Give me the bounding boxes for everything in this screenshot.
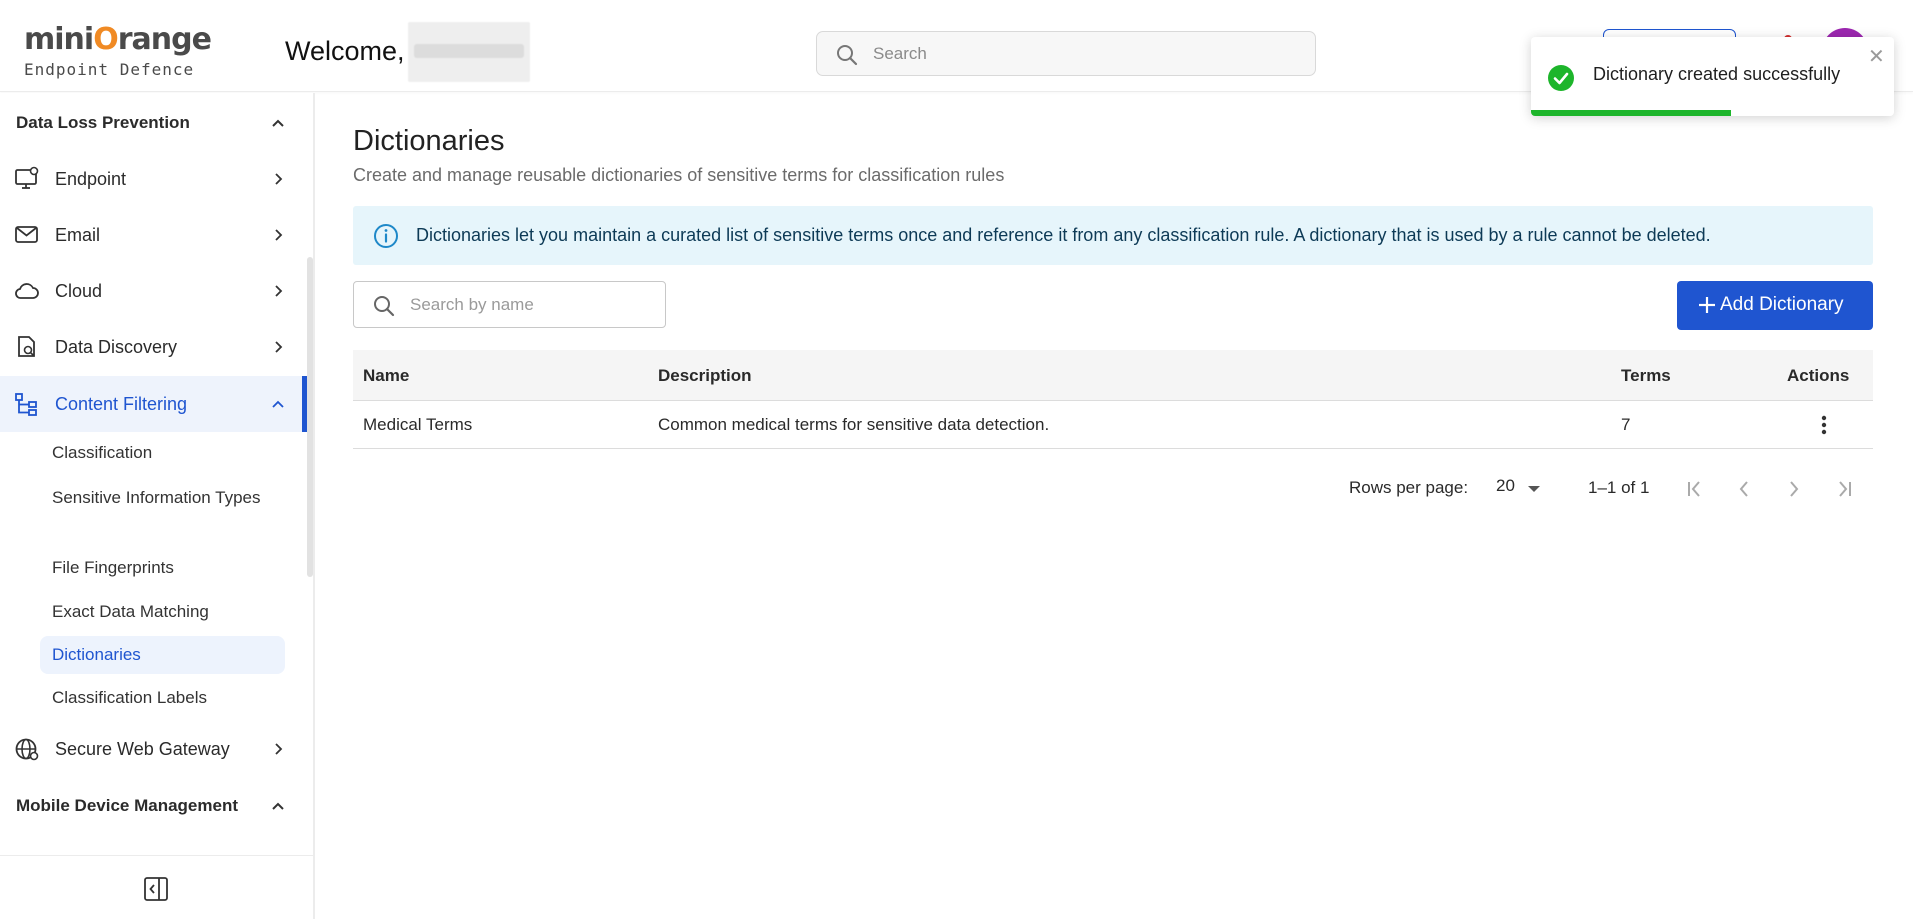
sidebar-subitem-exact-data-matching[interactable]: Exact Data Matching <box>52 599 209 625</box>
column-header-actions: Actions <box>1787 366 1850 385</box>
monitor-icon <box>14 166 40 197</box>
rows-per-page-label: Rows per page: <box>1349 478 1469 497</box>
page-title: Dictionaries <box>353 125 505 157</box>
sidebar: Data Loss Prevention Endpoint Email Clou… <box>0 93 315 919</box>
main-content: Dictionaries Create and manage reusable … <box>315 92 1913 919</box>
redacted-username <box>408 22 530 82</box>
sidebar-scrollbar[interactable] <box>307 257 313 577</box>
section-mobile-device-management[interactable]: Mobile Device Management <box>16 796 238 816</box>
chevron-up-icon[interactable] <box>270 798 286 819</box>
sidebar-subitem-file-fingerprints[interactable]: File Fingerprints <box>52 555 174 581</box>
cell-description: Common medical terms for sensitive data … <box>658 415 1050 434</box>
chevron-right-icon <box>270 339 286 360</box>
sidebar-item-label: Secure Web Gateway <box>55 739 230 759</box>
toast-progress-bar <box>1531 110 1731 116</box>
dictionary-search-input[interactable] <box>410 294 650 316</box>
global-search-input[interactable] <box>873 42 1293 66</box>
cell-terms: 7 <box>1621 415 1631 434</box>
add-dictionary-button[interactable]: Add Dictionary <box>1677 281 1873 330</box>
sidebar-item-content-filtering[interactable]: Content Filtering <box>0 376 305 432</box>
collapse-sidebar-icon[interactable] <box>143 876 169 907</box>
pagination-range: 1–1 of 1 <box>1588 478 1650 497</box>
active-indicator <box>302 376 307 432</box>
sidebar-subitem-sensitive-information-types[interactable]: Sensitive Information Types <box>52 485 272 511</box>
page-subtitle: Create and manage reusable dictionaries … <box>353 165 1005 185</box>
sidebar-item-email[interactable]: Email <box>0 207 305 263</box>
sidebar-item-label: Endpoint <box>55 169 127 189</box>
previous-page-icon[interactable] <box>1733 478 1755 505</box>
cell-name: Medical Terms <box>363 415 473 434</box>
rows-per-page-select[interactable]: 20 <box>1496 476 1515 496</box>
info-icon <box>373 223 399 254</box>
sidebar-item-label: Content Filtering <box>55 394 188 414</box>
success-toast: Dictionary created successfully ✕ <box>1531 37 1894 116</box>
sidebar-item-cloud[interactable]: Cloud <box>0 263 305 319</box>
file-search-icon <box>14 334 40 365</box>
logo[interactable]: miniOrange Endpoint Defence <box>24 22 212 82</box>
sidebar-subitem-classification[interactable]: Classification <box>52 440 152 466</box>
table-header: Name Description Terms Actions <box>353 350 1873 401</box>
pagination: Rows per page: 20 1–1 of 1 <box>315 470 1873 510</box>
globe-icon <box>14 736 40 767</box>
chevron-up-icon[interactable] <box>270 115 286 136</box>
sidebar-footer <box>0 855 313 919</box>
search-icon <box>372 294 396 323</box>
sidebar-item-label: Cloud <box>55 281 103 301</box>
sidebar-item-data-discovery[interactable]: Data Discovery <box>0 319 305 375</box>
chevron-right-icon <box>270 741 286 762</box>
sidebar-subitem-classification-labels[interactable]: Classification Labels <box>52 685 207 711</box>
sidebar-item-endpoint[interactable]: Endpoint <box>0 151 305 207</box>
next-page-icon[interactable] <box>1783 478 1805 505</box>
chevron-right-icon <box>270 171 286 192</box>
more-vert-icon[interactable] <box>1812 413 1836 442</box>
info-banner-text: Dictionaries let you maintain a curated … <box>416 225 1711 245</box>
column-header-terms[interactable]: Terms <box>1621 366 1671 386</box>
first-page-icon[interactable] <box>1684 478 1706 505</box>
chevron-up-icon <box>270 396 286 417</box>
close-icon[interactable]: ✕ <box>1868 47 1885 67</box>
hierarchy-icon <box>14 391 40 422</box>
table-row[interactable]: Medical Terms Common medical terms for s… <box>353 401 1873 449</box>
last-page-icon[interactable] <box>1833 478 1855 505</box>
sidebar-subitem-dictionaries[interactable]: Dictionaries <box>40 636 285 674</box>
check-circle-icon <box>1547 64 1575 97</box>
add-dictionary-label: Add Dictionary <box>1720 294 1844 315</box>
caret-down-icon[interactable] <box>1527 481 1541 499</box>
chevron-right-icon <box>270 283 286 304</box>
section-data-loss-prevention[interactable]: Data Loss Prevention <box>16 113 190 133</box>
chevron-right-icon <box>270 227 286 248</box>
toast-message: Dictionary created successfully <box>1593 64 1841 84</box>
mail-icon <box>14 222 40 253</box>
plus-icon <box>1697 294 1717 321</box>
column-header-name[interactable]: Name <box>363 366 409 386</box>
sidebar-item-label: Email <box>55 225 101 245</box>
dictionary-search[interactable] <box>353 281 666 328</box>
info-banner: Dictionaries let you maintain a curated … <box>353 206 1873 265</box>
sidebar-item-label: Data Discovery <box>55 337 178 357</box>
cloud-icon <box>14 278 40 309</box>
global-search[interactable] <box>816 31 1316 76</box>
welcome-text: Welcome, <box>285 36 405 66</box>
logo-tagline: Endpoint Defence <box>24 60 195 79</box>
search-icon <box>835 43 859 72</box>
sidebar-item-secure-web-gateway[interactable]: Secure Web Gateway <box>0 721 305 777</box>
logo-wordmark: miniOrange <box>24 22 212 57</box>
column-header-description[interactable]: Description <box>658 366 752 386</box>
